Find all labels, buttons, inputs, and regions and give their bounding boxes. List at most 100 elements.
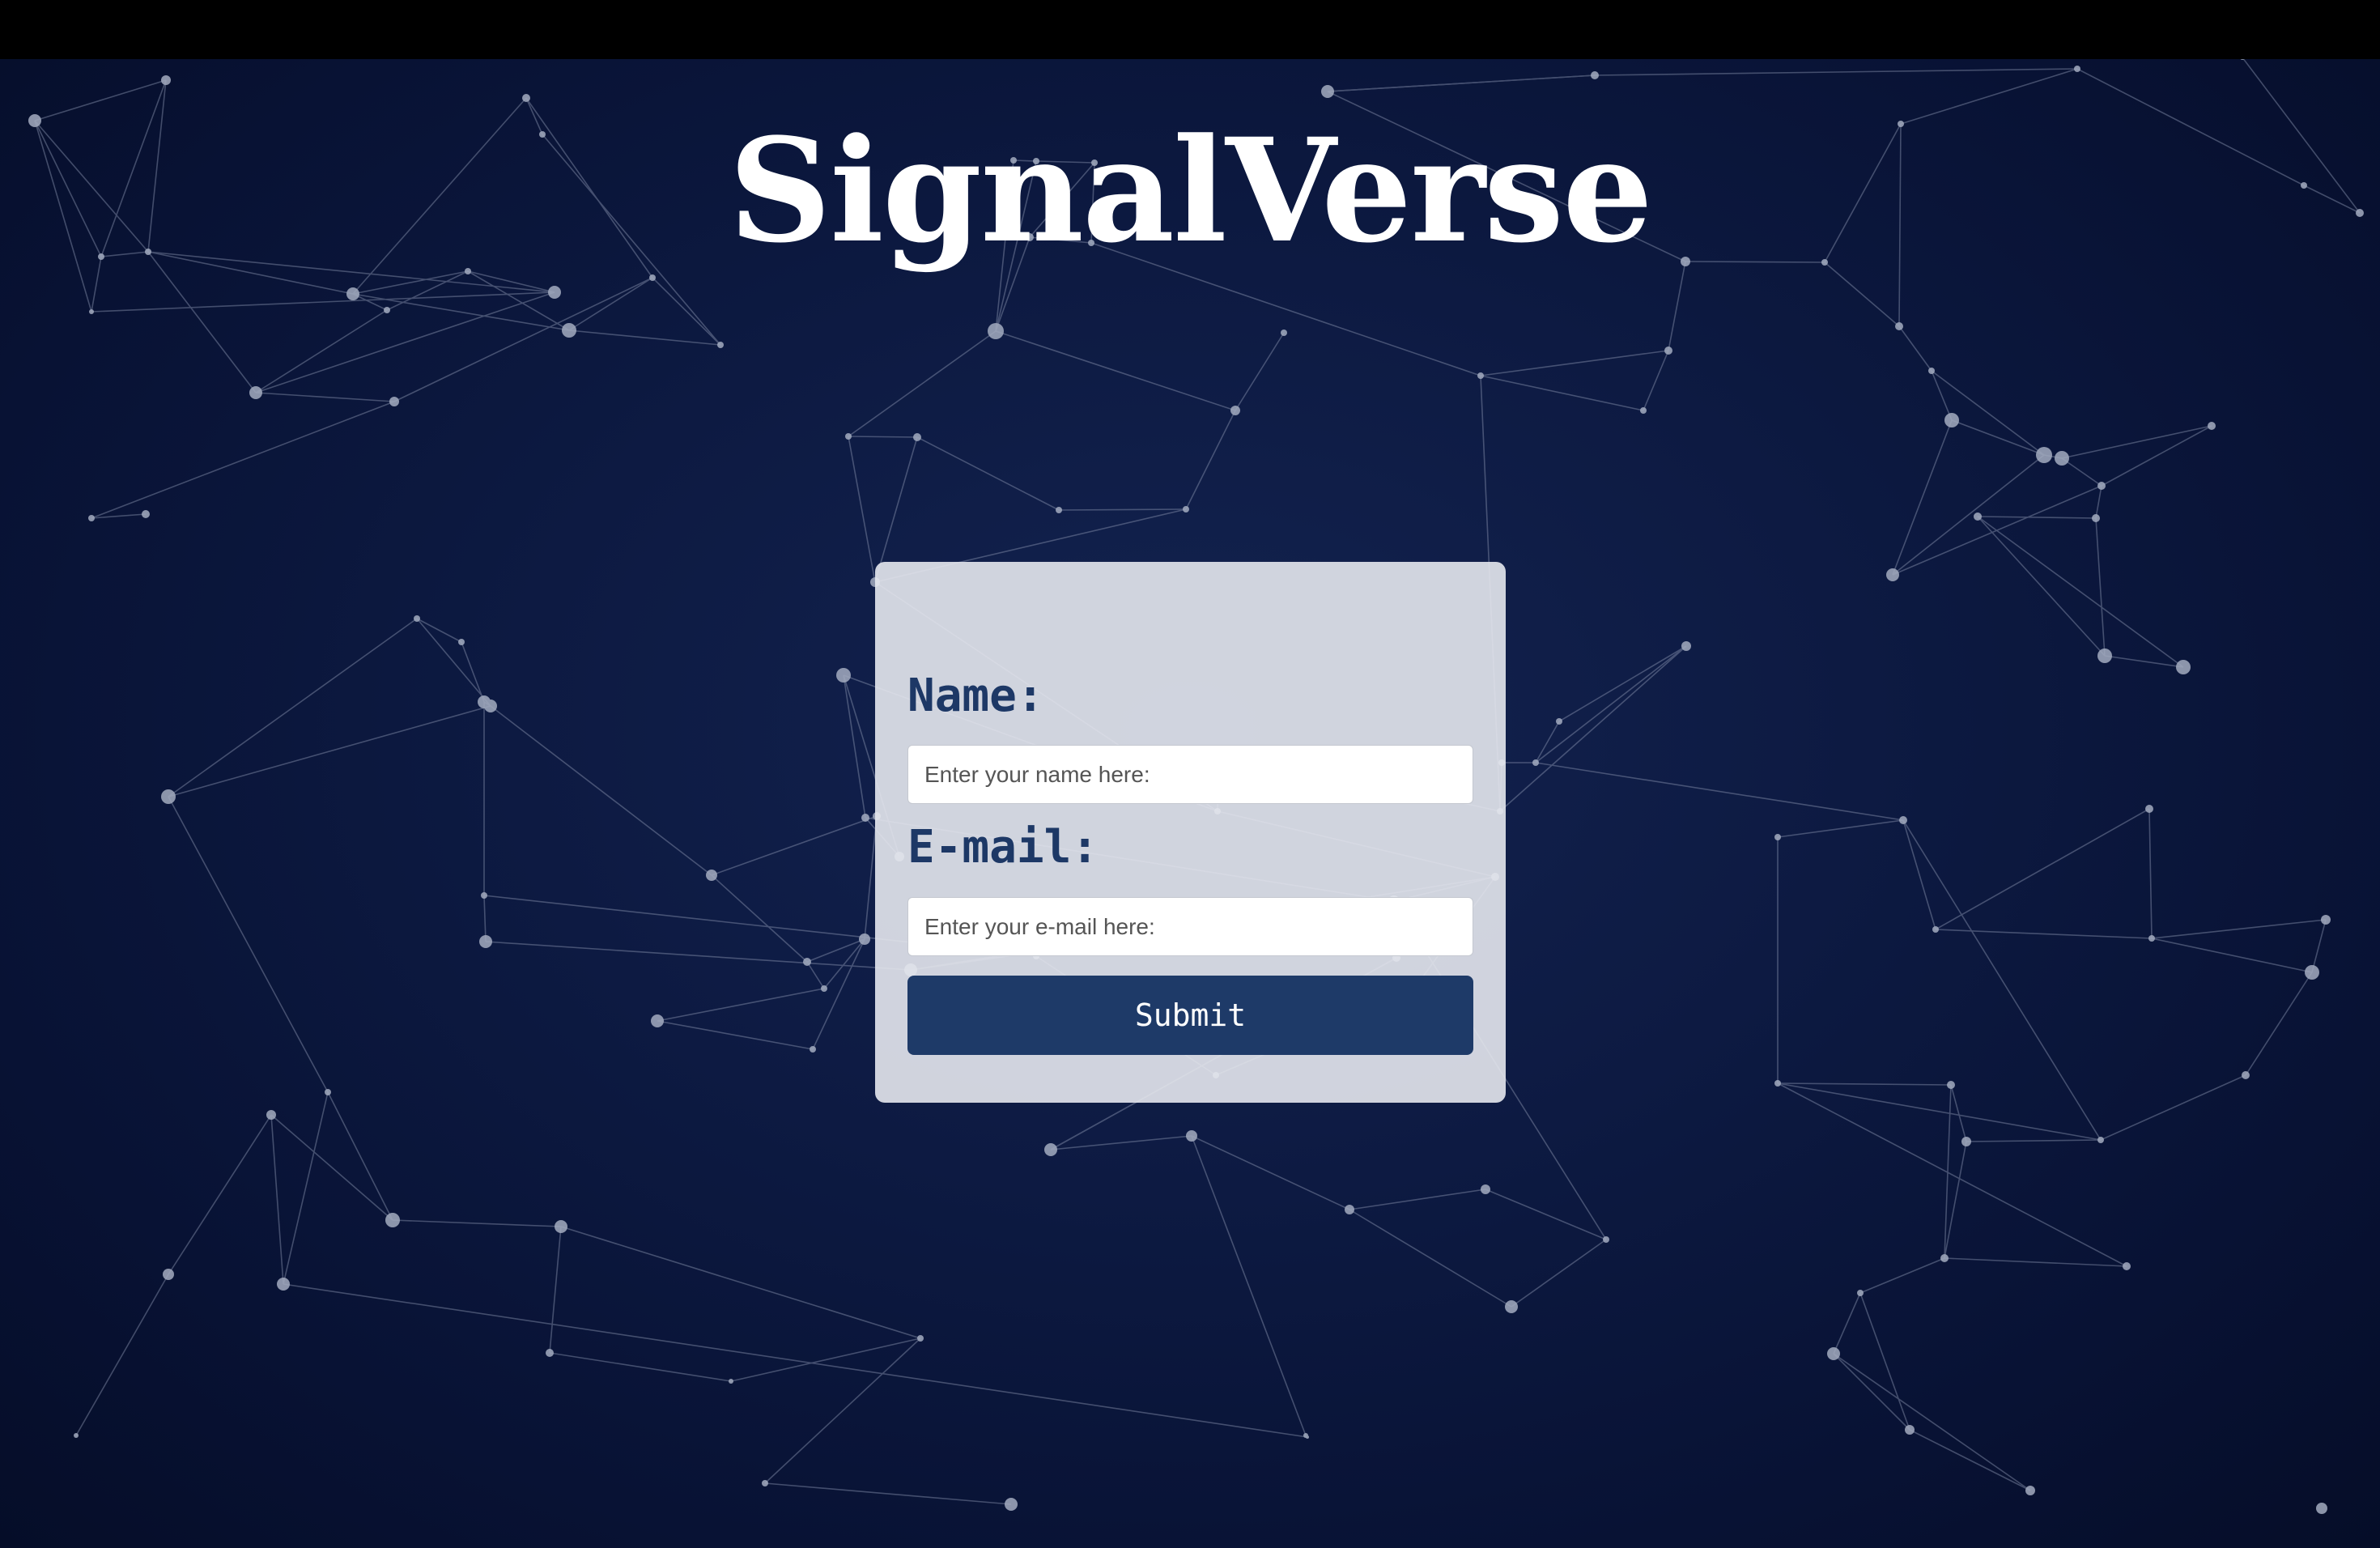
network-node [163, 1269, 174, 1280]
network-edge [283, 1091, 329, 1285]
network-node [1230, 406, 1240, 415]
network-edge [168, 796, 329, 1093]
network-edge [270, 1114, 284, 1285]
network-node [2097, 1137, 2104, 1143]
network-node [2123, 1262, 2131, 1270]
network-edge [1859, 1257, 1945, 1294]
network-edge [1480, 350, 1669, 376]
network-edge [1777, 1082, 1952, 1086]
network-edge [2245, 972, 2313, 1076]
network-node [845, 433, 852, 440]
network-edge [995, 330, 1236, 411]
network-edge [568, 277, 653, 331]
network-node [988, 323, 1004, 339]
network-edge [549, 1226, 562, 1354]
network-node [2305, 965, 2319, 980]
network-edge [2095, 517, 2106, 657]
network-node [651, 1014, 664, 1027]
name-label: Name: [907, 670, 1044, 722]
network-edge [91, 401, 395, 519]
network-node [1321, 85, 1334, 98]
network-node [836, 668, 851, 683]
network-edge [1935, 929, 2153, 939]
network-edge [848, 436, 876, 583]
network-node [649, 274, 656, 281]
email-input[interactable] [907, 897, 1473, 956]
network-edge [283, 1283, 1308, 1438]
page: SignalVerse Name: E-mail: Submit [0, 0, 2380, 1548]
network-node [1947, 1081, 1955, 1089]
network-node [1345, 1205, 1354, 1214]
network-edge [812, 938, 865, 1050]
network-edge [490, 705, 712, 876]
network-edge [764, 1482, 1012, 1505]
network-edge [1833, 1353, 1910, 1431]
network-edge [1892, 485, 2102, 576]
network-edge [1594, 68, 2078, 76]
network-edge [2104, 655, 2184, 668]
network-node [1681, 641, 1691, 651]
network-node [562, 323, 576, 338]
network-node [821, 985, 827, 992]
network-edge [806, 961, 825, 989]
network-node [1477, 372, 1484, 379]
network-node [1532, 759, 1539, 766]
network-edge [1235, 332, 1285, 411]
network-node [2176, 660, 2191, 674]
network-node [1899, 816, 1907, 824]
network-edge [1977, 516, 2184, 668]
network-edge [1902, 819, 2102, 1141]
network-edge [568, 330, 721, 346]
network-node [1603, 1236, 1609, 1243]
network-node [142, 510, 150, 518]
network-node [325, 1089, 331, 1095]
network-edge [1535, 762, 1904, 821]
network-edge [1485, 1189, 1607, 1240]
network-edge [711, 874, 808, 963]
network-edge [1349, 1189, 1486, 1210]
network-node [1774, 834, 1781, 840]
network-edge [1185, 410, 1236, 510]
network-node [546, 1349, 554, 1357]
network-edge [1643, 350, 1669, 411]
network-node [458, 639, 465, 645]
network-node [913, 433, 921, 441]
name-input[interactable] [907, 745, 1473, 804]
network-node [548, 286, 561, 299]
network-edge [1950, 1084, 1967, 1142]
network-node [161, 789, 176, 804]
network-edge [1668, 261, 1686, 351]
network-node [1183, 506, 1189, 512]
network-edge [327, 1091, 393, 1221]
network-node [2074, 66, 2080, 72]
network-node [1056, 507, 1062, 513]
network-edge [255, 291, 555, 393]
network-edge [1777, 1082, 2102, 1141]
network-node [478, 695, 491, 708]
network-node [1974, 512, 1982, 521]
network-edge [1499, 645, 1687, 812]
submit-button[interactable]: Submit [907, 976, 1473, 1055]
network-node [1774, 1080, 1781, 1087]
network-edge [1966, 1139, 2102, 1142]
network-node [2097, 649, 2112, 663]
network-node [2055, 451, 2069, 466]
network-node [1664, 347, 1672, 355]
network-node [479, 935, 492, 948]
network-node [1928, 368, 1935, 374]
network-background: SignalVerse Name: E-mail: Submit [0, 59, 2380, 1548]
network-edge [1558, 645, 1687, 722]
network-node [1940, 1254, 1949, 1262]
network-edge [560, 1226, 921, 1339]
network-edge [1058, 508, 1187, 511]
network-edge [1833, 1292, 1861, 1354]
network-node [74, 1433, 79, 1438]
network-node [859, 933, 870, 945]
network-node [762, 1480, 768, 1486]
network-edge [91, 256, 102, 313]
network-node [2321, 915, 2331, 925]
network-node [1505, 1300, 1518, 1313]
network-edge [2151, 919, 2327, 939]
network-node [1481, 1184, 1490, 1194]
network-edge [1777, 819, 1904, 838]
